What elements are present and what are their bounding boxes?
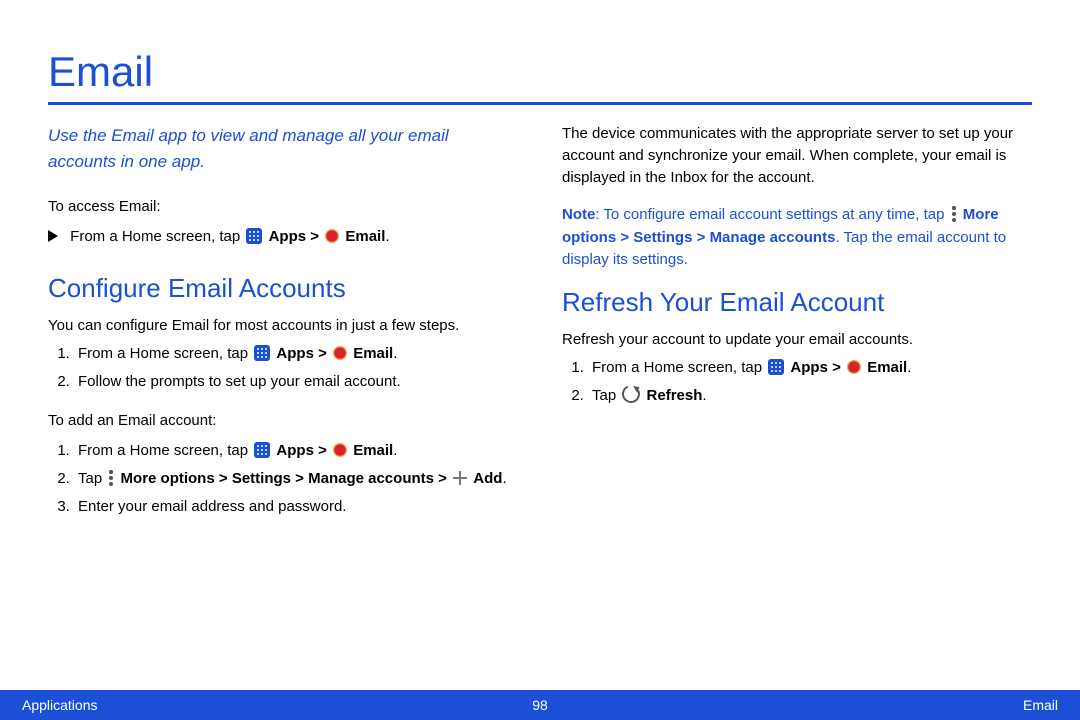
apps-icon (254, 345, 270, 361)
gt: > (215, 470, 232, 487)
apps-label: Apps (276, 345, 314, 362)
text: Tap (78, 470, 106, 487)
add-label: To add an Email account: (48, 410, 518, 432)
list-item: Follow the prompts to set up your email … (74, 371, 518, 393)
text: Tap (592, 387, 620, 404)
p: . (393, 345, 397, 362)
refresh-body: Refresh your account to update your emai… (562, 329, 1032, 351)
gt: > (314, 345, 331, 362)
apps-label: Apps (269, 228, 307, 245)
email-icon (847, 360, 861, 374)
list-item: Tap More options > Settings > Manage acc… (74, 468, 518, 490)
email-label: Email (345, 228, 385, 245)
heading-configure: Configure Email Accounts (48, 270, 518, 308)
p1: . (385, 228, 389, 245)
add-label: Add (473, 470, 502, 487)
email-icon (333, 346, 347, 360)
list-item: Enter your email address and password. (74, 496, 518, 518)
list-item: From a Home screen, tap Apps > Email. (588, 357, 1032, 379)
note-block: Note: To configure email account setting… (562, 204, 1032, 272)
play-arrow-icon (48, 230, 58, 242)
text: From a Home screen, tap (592, 359, 766, 376)
text: From a Home screen, tap (78, 345, 252, 362)
configure-body: You can configure Email for most account… (48, 315, 518, 337)
p: . (702, 387, 706, 404)
intro-text: Use the Email app to view and manage all… (48, 123, 518, 174)
refresh-steps: From a Home screen, tap Apps > Email. Ta… (562, 357, 1032, 407)
apps-icon (246, 228, 262, 244)
access-step: From a Home screen, tap Apps > Email. (48, 226, 518, 248)
more-options-label: More options (121, 470, 215, 487)
email-icon (333, 443, 347, 457)
more-options-icon (108, 470, 114, 486)
footer-page-number: 98 (532, 697, 548, 713)
gt: > (291, 470, 308, 487)
apps-label: Apps (790, 359, 828, 376)
apps-icon (768, 359, 784, 375)
gt: > (434, 470, 451, 487)
gt: > (314, 442, 331, 459)
note-text1: : To configure email account settings at… (595, 206, 948, 223)
note-prefix: Note (562, 206, 595, 223)
manage-label: Manage accounts (308, 470, 434, 487)
p: . (907, 359, 911, 376)
apps-label: Apps (276, 442, 314, 459)
heading-refresh: Refresh Your Email Account (562, 284, 1032, 322)
configure-steps: From a Home screen, tap Apps > Email. Fo… (48, 343, 518, 393)
list-item: Tap Refresh. (588, 385, 1032, 407)
settings-label: Settings (232, 470, 291, 487)
refresh-icon (620, 382, 643, 405)
footer-section: Applications (22, 697, 98, 713)
gt: > (828, 359, 845, 376)
add-steps: From a Home screen, tap Apps > Email. Ta… (48, 440, 518, 517)
sync-body: The device communicates with the appropr… (562, 123, 1032, 188)
email-label: Email (867, 359, 907, 376)
apps-icon (254, 442, 270, 458)
title-rule (48, 102, 1032, 105)
page-title: Email (48, 48, 1032, 96)
p: . (502, 470, 506, 487)
p: . (393, 442, 397, 459)
gt: > (616, 229, 633, 246)
email-label: Email (353, 345, 393, 362)
list-item: From a Home screen, tap Apps > Email. (74, 440, 518, 462)
footer-topic: Email (1023, 697, 1058, 713)
email-label: Email (353, 442, 393, 459)
more-options-icon (951, 206, 957, 222)
page-footer: Applications 98 Email (0, 690, 1080, 720)
list-item: From a Home screen, tap Apps > Email. (74, 343, 518, 365)
email-icon (325, 229, 339, 243)
right-column: The device communicates with the appropr… (562, 123, 1032, 535)
access-label: To access Email: (48, 196, 518, 218)
manage-label: Manage accounts (710, 229, 836, 246)
gt1: > (306, 228, 323, 245)
left-column: Use the Email app to view and manage all… (48, 123, 518, 535)
settings-label: Settings (633, 229, 692, 246)
text-from-home: From a Home screen, tap (70, 228, 244, 245)
gt: > (692, 229, 709, 246)
text: From a Home screen, tap (78, 442, 252, 459)
refresh-label: Refresh (647, 387, 703, 404)
plus-icon (453, 471, 467, 485)
